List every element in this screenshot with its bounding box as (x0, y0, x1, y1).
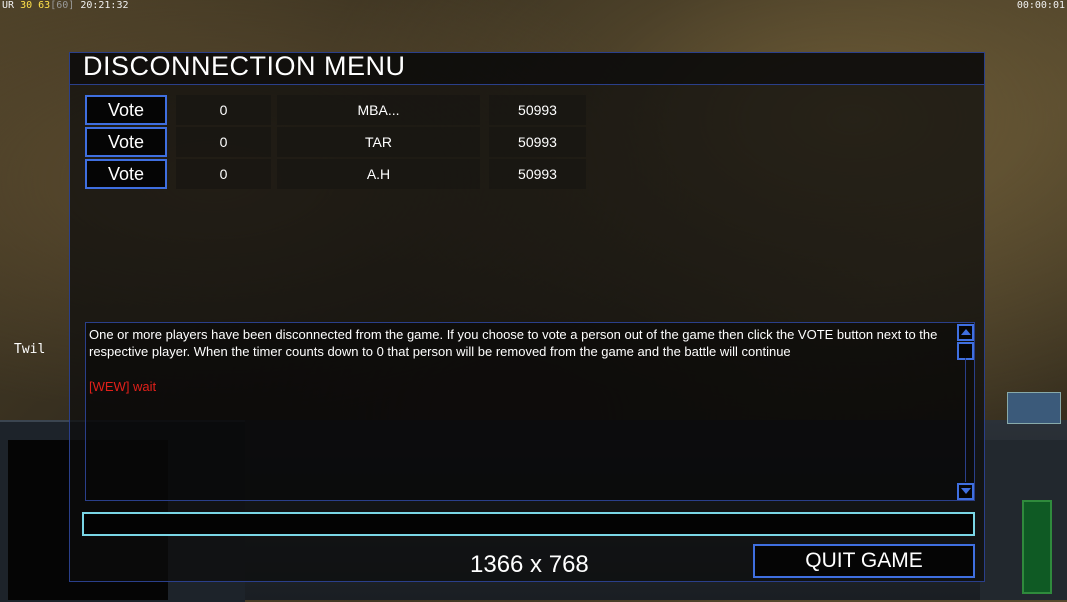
ur-value-a: 30 (20, 0, 33, 11)
player-ping: 50993 (489, 95, 586, 125)
game-timer: 00:00:01 (1016, 0, 1065, 11)
ur-value-c: [60] (50, 0, 75, 11)
scroll-down-arrow-icon[interactable] (957, 483, 974, 500)
quit-game-button[interactable]: QUIT GAME (753, 544, 975, 578)
fps-readout: UR 30 63[60] 20:21:32 (2, 0, 129, 11)
resolution-label: 1366 x 768 (470, 551, 589, 578)
chat-input[interactable] (82, 512, 975, 536)
vote-count: 0 (176, 159, 271, 189)
player-ping: 50993 (489, 127, 586, 157)
vote-count: 0 (176, 95, 271, 125)
vote-count: 0 (176, 127, 271, 157)
dialog-title: DISCONNECTION MENU (83, 51, 406, 81)
disconnect-message: One or more players have been disconnect… (89, 327, 938, 359)
player-name: TAR (277, 127, 480, 157)
vote-button[interactable]: Vote (85, 95, 167, 125)
ur-value-b: 63 (38, 0, 51, 11)
player-name: MBA... (277, 95, 480, 125)
ur-label: UR (2, 0, 15, 11)
vote-button[interactable]: Vote (85, 159, 167, 189)
player-name: A.H (277, 159, 480, 189)
chat-message: [WEW] wait (89, 379, 157, 394)
system-clock: 20:21:32 (80, 0, 129, 11)
scroll-up-arrow-icon[interactable] (957, 324, 974, 341)
scroll-track-line (965, 358, 966, 482)
power-meter (1022, 500, 1052, 594)
player-name-label: Twil (14, 342, 46, 357)
message-scrollbar[interactable] (957, 324, 974, 500)
player-ping: 50993 (489, 159, 586, 189)
vote-button[interactable]: Vote (85, 127, 167, 157)
satellite-icon[interactable] (1007, 392, 1061, 424)
